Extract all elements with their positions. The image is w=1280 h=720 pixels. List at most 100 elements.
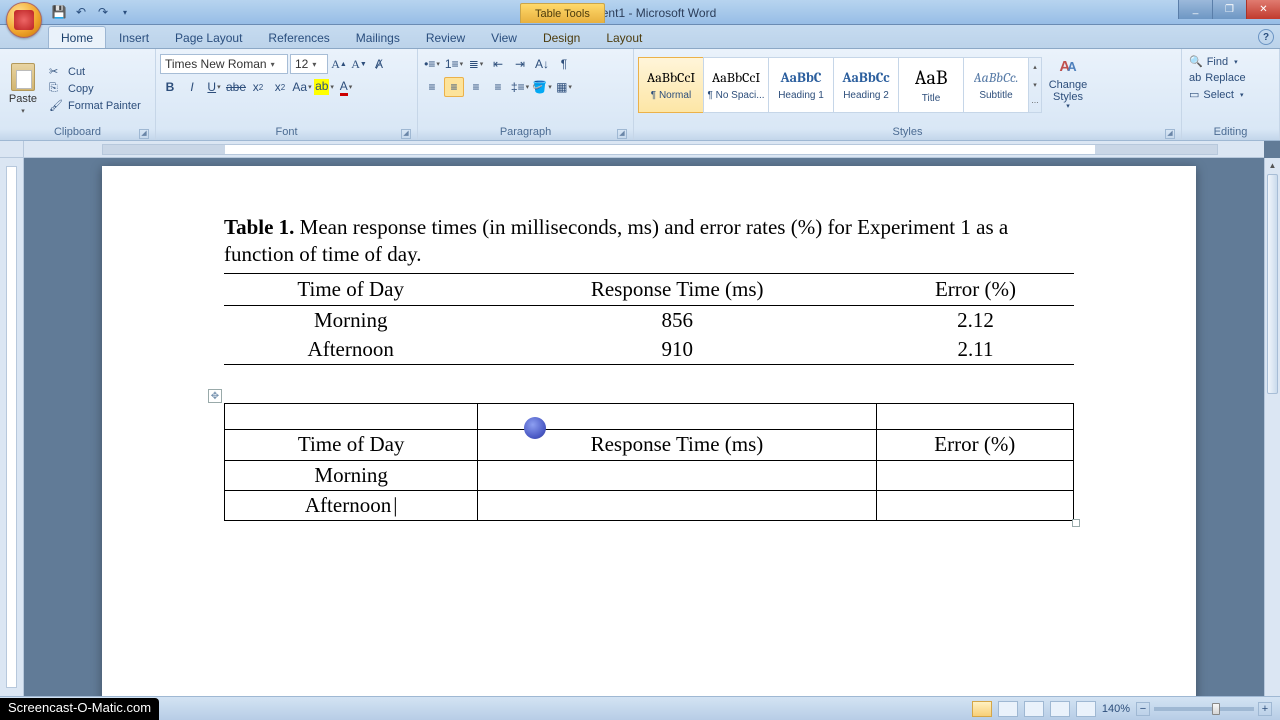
format-painter-button[interactable]: 🖌Format Painter [46, 98, 144, 113]
decrease-indent-button[interactable]: ⇤ [488, 54, 508, 74]
zoom-in-button[interactable]: + [1258, 702, 1272, 716]
strikethrough-button[interactable]: abe [226, 77, 246, 97]
office-button[interactable] [6, 2, 42, 38]
group-label: Paragraph [500, 126, 551, 138]
styles-gallery-more[interactable]: ▴▾⋯ [1028, 57, 1042, 113]
show-marks-button[interactable]: ¶ [554, 54, 574, 74]
increase-indent-button[interactable]: ⇥ [510, 54, 530, 74]
close-button[interactable]: ✕ [1246, 0, 1280, 19]
borders-button[interactable]: ▦ [554, 77, 574, 97]
view-print-layout-button[interactable] [972, 701, 992, 717]
tab-references[interactable]: References [255, 26, 342, 48]
line-spacing-button[interactable]: ‡≡ [510, 77, 530, 97]
zoom-out-button[interactable]: − [1136, 702, 1150, 716]
superscript-button[interactable]: x2 [270, 77, 290, 97]
group-paragraph: •≡ 1≡ ≣ ⇤ ⇥ A↓ ¶ ≡ ≡ ≡ ≡ ‡≡ 🪣 ▦ Paragrap… [418, 49, 634, 140]
font-size-combo[interactable]: 12▾ [290, 54, 328, 74]
shading-button[interactable]: 🪣 [532, 77, 552, 97]
find-button[interactable]: 🔍Find▾ [1186, 54, 1275, 69]
tab-page-layout[interactable]: Page Layout [162, 26, 255, 48]
italic-button[interactable]: I [182, 77, 202, 97]
tab-design[interactable]: Design [530, 26, 593, 48]
style-heading-2[interactable]: AaBbCcHeading 2 [833, 57, 899, 113]
view-draft-button[interactable] [1076, 701, 1096, 717]
ribbon: Paste ▾ ✂Cut ⎘Copy 🖌Format Painter Clipb… [0, 49, 1280, 141]
select-button[interactable]: ▭Select▾ [1186, 87, 1275, 102]
highlight-button[interactable]: ab [314, 77, 334, 97]
group-label: Clipboard [54, 126, 101, 138]
scroll-up-icon[interactable]: ▲ [1265, 158, 1280, 173]
tab-insert[interactable]: Insert [106, 26, 162, 48]
style-heading-1[interactable]: AaBbCHeading 1 [768, 57, 834, 113]
tab-mailings[interactable]: Mailings [343, 26, 413, 48]
bold-button[interactable]: B [160, 77, 180, 97]
group-editing: 🔍Find▾ abReplace ▭Select▾ Editing [1182, 49, 1280, 140]
vertical-ruler[interactable] [0, 158, 24, 696]
multilevel-list-button[interactable]: ≣ [466, 54, 486, 74]
change-styles-icon: AA [1056, 59, 1080, 79]
redo-icon[interactable]: ↷ [94, 3, 112, 21]
group-styles: AaBbCcI¶ Normal AaBbCcI¶ No Spaci... AaB… [634, 49, 1182, 140]
title-bar: 💾 ↶ ↷ ▾ Document1 - Microsoft Word Table… [0, 0, 1280, 25]
document-area: ▲ Table 1. Mean response times (in milli… [0, 141, 1280, 696]
scrollbar-thumb[interactable] [1267, 174, 1278, 394]
justify-button[interactable]: ≡ [488, 77, 508, 97]
dialog-launcher-icon[interactable]: ◢ [401, 129, 411, 139]
bullets-button[interactable]: •≡ [422, 54, 442, 74]
cut-button[interactable]: ✂Cut [46, 64, 144, 79]
style-normal[interactable]: AaBbCcI¶ Normal [638, 57, 704, 113]
paste-button[interactable]: Paste ▾ [4, 52, 42, 125]
view-full-screen-button[interactable] [998, 701, 1018, 717]
save-icon[interactable]: 💾 [50, 3, 68, 21]
tab-view[interactable]: View [478, 26, 530, 48]
ruler-corner [0, 141, 24, 158]
font-name-combo[interactable]: Times New Roman▾ [160, 54, 288, 74]
align-left-button[interactable]: ≡ [422, 77, 442, 97]
help-button[interactable]: ? [1258, 29, 1274, 45]
vertical-scrollbar[interactable]: ▲ [1264, 158, 1280, 696]
style-no-spacing[interactable]: AaBbCcI¶ No Spaci... [703, 57, 769, 113]
clear-formatting-button[interactable]: Ⱥ [370, 54, 388, 74]
dialog-launcher-icon[interactable]: ◢ [617, 129, 627, 139]
maximize-button[interactable]: ❐ [1212, 0, 1246, 19]
horizontal-ruler[interactable] [24, 141, 1264, 158]
replace-button[interactable]: abReplace [1186, 71, 1275, 85]
view-outline-button[interactable] [1050, 701, 1070, 717]
zoom-slider[interactable]: − + [1136, 702, 1272, 716]
data-table-2[interactable]: Time of Day Response Time (ms) Error (%)… [224, 403, 1074, 521]
group-label: Font [275, 126, 297, 138]
change-case-button[interactable]: Aa [292, 77, 312, 97]
table-row: Morning 856 2.12 [224, 305, 1074, 335]
numbering-button[interactable]: 1≡ [444, 54, 464, 74]
minimize-button[interactable]: _ [1178, 0, 1212, 19]
dialog-launcher-icon[interactable]: ◢ [1165, 129, 1175, 139]
brush-icon: 🖌 [49, 99, 64, 112]
copy-button[interactable]: ⎘Copy [46, 81, 144, 96]
dialog-launcher-icon[interactable]: ◢ [139, 129, 149, 139]
align-center-button[interactable]: ≡ [444, 77, 464, 97]
sort-button[interactable]: A↓ [532, 54, 552, 74]
grow-font-button[interactable]: A▲ [330, 54, 348, 74]
subscript-button[interactable]: x2 [248, 77, 268, 97]
table-row: Morning [225, 460, 1074, 490]
tab-layout[interactable]: Layout [593, 26, 655, 48]
qat-customize-icon[interactable]: ▾ [116, 3, 134, 21]
table-caption: Table 1. Mean response times (in millise… [224, 214, 1074, 269]
view-web-layout-button[interactable] [1024, 701, 1044, 717]
undo-icon[interactable]: ↶ [72, 3, 90, 21]
change-styles-button[interactable]: AA Change Styles▾ [1046, 57, 1090, 113]
underline-button[interactable]: U [204, 77, 224, 97]
tab-review[interactable]: Review [413, 26, 478, 48]
tab-home[interactable]: Home [48, 26, 106, 48]
zoom-level[interactable]: 140% [1102, 703, 1130, 715]
table-resize-handle-icon[interactable] [1072, 519, 1080, 527]
align-right-button[interactable]: ≡ [466, 77, 486, 97]
font-color-button[interactable]: A [336, 77, 356, 97]
select-icon: ▭ [1189, 88, 1199, 101]
data-table-1: Time of Day Response Time (ms) Error (%)… [224, 273, 1074, 366]
style-subtitle[interactable]: AaBbCc.Subtitle [963, 57, 1029, 113]
shrink-font-button[interactable]: A▼ [350, 54, 368, 74]
page[interactable]: Table 1. Mean response times (in millise… [102, 166, 1196, 696]
table-move-handle-icon[interactable]: ✥ [208, 389, 222, 403]
style-title[interactable]: AaBTitle [898, 57, 964, 113]
